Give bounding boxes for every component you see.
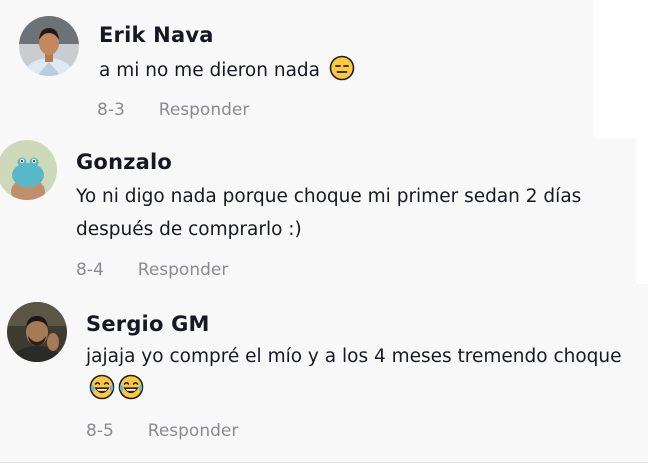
comment-author[interactable]: Gonzalo [76,150,172,174]
tears-of-joy-face-icon [89,374,115,400]
comment-text: jajaja yo compré el mío y a los 4 meses … [86,340,626,406]
reply-button[interactable]: Responder [148,421,239,441]
reply-button[interactable]: Responder [138,260,229,280]
comment-meta: 8-5 Responder [86,421,238,441]
comment-meta: 8-4 Responder [76,260,228,280]
comment-author[interactable]: Sergio GM [86,312,210,336]
expressionless-face-icon [329,55,355,81]
tears-of-joy-face-icon [118,374,144,400]
comment-author[interactable]: Erik Nava [99,23,214,47]
comment-text-content: jajaja yo compré el mío y a los 4 meses … [86,346,622,367]
comment-meta: 8-3 Responder [97,100,249,120]
avatar[interactable] [7,302,67,362]
comment-text-content: a mi no me dieron nada [99,60,320,81]
comment-text: a mi no me dieron nada [99,54,569,87]
comment-date: 8-4 [76,260,104,280]
divider [0,462,648,463]
comment-date: 8-5 [86,421,114,441]
comment-text: Yo ni digo nada porque choque mi primer … [76,186,582,240]
comment-date: 8-3 [97,100,125,120]
reply-button[interactable]: Responder [159,100,250,120]
avatar[interactable] [19,16,79,76]
